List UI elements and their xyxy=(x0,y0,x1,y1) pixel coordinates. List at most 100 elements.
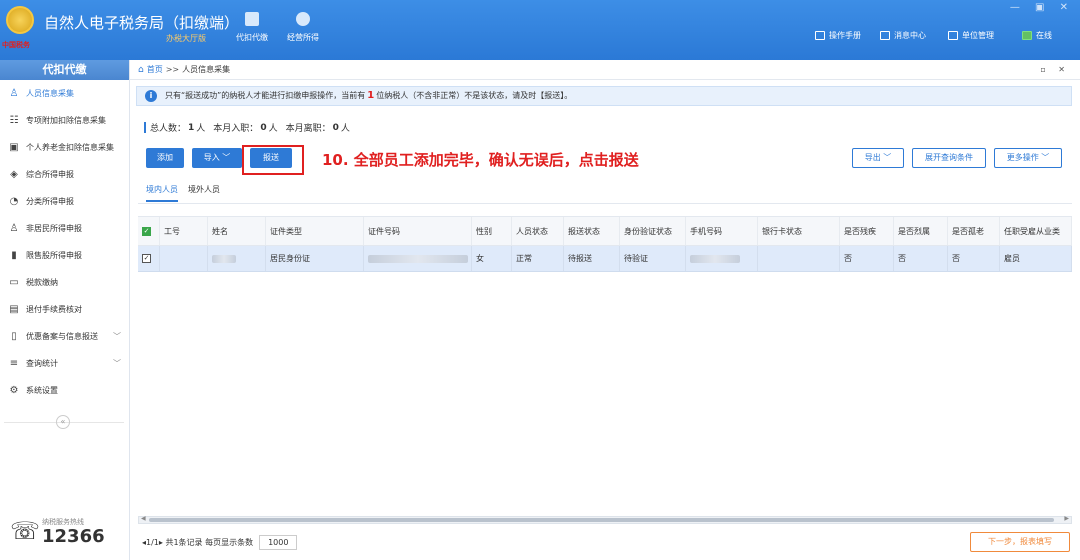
nav-label: 经营所得 xyxy=(287,33,319,42)
wallet-icon xyxy=(245,12,259,26)
sidebar-item[interactable]: ♙ 非居民所得申报 xyxy=(0,215,129,242)
table-cell-lonely: 否 xyxy=(948,246,1000,271)
sidebar-item[interactable]: ▮ 限售股所得申报 xyxy=(0,242,129,269)
sidebar-item[interactable]: ▯ 优惠备案与信息报送 ﹀ xyxy=(0,323,129,350)
tab-domestic[interactable]: 境内人员 xyxy=(146,184,178,202)
table-cell-disabled: 否 xyxy=(840,246,894,271)
phone-icon: ☏ xyxy=(10,517,41,545)
column-header[interactable]: 是否烈属 xyxy=(894,217,948,245)
sidebar-item-label: 查询统计 xyxy=(26,359,58,368)
column-header[interactable]: 姓名 xyxy=(208,217,266,245)
sidebar-item-label: 系统设置 xyxy=(26,386,58,395)
chevron-down-icon[interactable]: ﹀ xyxy=(113,323,121,350)
column-header[interactable]: 身份验证状态 xyxy=(620,217,686,245)
sidebar-item[interactable]: ≡ 查询统计 ﹀ xyxy=(0,350,129,377)
more-actions-button[interactable]: 更多操作 ﹀ xyxy=(994,148,1062,168)
breadcrumb: ⌂ 首页 >> 人员信息采集 ▫ ✕ xyxy=(130,60,1080,80)
sidebar-item-label: 综合所得申报 xyxy=(26,170,74,179)
breadcrumb-current: 人员信息采集 xyxy=(182,64,231,74)
tab-controls[interactable]: ▫ ✕ xyxy=(1040,60,1070,80)
message-center-link[interactable]: 消息中心 xyxy=(880,30,926,41)
next-step-button[interactable]: 下一步，报表填写 xyxy=(970,532,1070,552)
sidebar-item[interactable]: ⚙ 系统设置 xyxy=(0,377,129,404)
sidebar-item[interactable]: ◈ 综合所得申报 xyxy=(0,161,129,188)
column-header[interactable]: 报送状态 xyxy=(564,217,620,245)
collapse-sidebar-button[interactable]: « xyxy=(56,415,70,429)
notice-count: 1 xyxy=(367,90,375,101)
column-header[interactable]: 银行卡状态 xyxy=(758,217,840,245)
hotline-number: 12366 xyxy=(42,526,105,547)
pension-icon: ▣ xyxy=(9,142,19,153)
sidebar-item[interactable]: ☷ 专项附加扣除信息采集 xyxy=(0,107,129,134)
total-unit: 人 xyxy=(196,124,206,134)
scroll-right-icon[interactable]: ▶ xyxy=(1064,515,1069,522)
unit-label: 单位管理 xyxy=(962,31,994,40)
document-icon: ▯ xyxy=(11,331,17,342)
select-all-checkbox[interactable]: ✓ xyxy=(142,226,151,236)
tax-emblem-logo xyxy=(6,6,34,34)
column-header[interactable]: 性别 xyxy=(472,217,512,245)
sidebar-item[interactable]: ▣ 个人养老金扣除信息采集 xyxy=(0,134,129,161)
manual-link[interactable]: 操作手册 xyxy=(815,30,861,41)
left-unit: 人 xyxy=(340,124,350,134)
sidebar-item-label: 税款缴纳 xyxy=(26,278,58,287)
online-status[interactable]: 在线 xyxy=(1022,30,1052,41)
tab-divider xyxy=(138,203,1072,204)
logo-text: 中国税务 xyxy=(2,41,30,49)
notice-banner: i 只有“报送成功”的纳税人才能进行扣缴申报操作，当前有 1 位纳税人（不含非正… xyxy=(136,86,1072,106)
sidebar-item[interactable]: ▤ 退付手续费核对 xyxy=(0,296,129,323)
table-cell-martyr: 否 xyxy=(894,246,948,271)
table-cell-name xyxy=(208,246,266,271)
user-icon: ♙ xyxy=(9,223,19,234)
sidebar-item-label: 专项附加扣除信息采集 xyxy=(26,116,106,125)
scroll-left-icon[interactable]: ◀ xyxy=(141,515,146,522)
staff-stats: 总人数： 1 人 本月入职： 0 人 本月离职： 0 人 xyxy=(144,122,350,134)
add-button[interactable]: 添加 xyxy=(146,148,184,168)
window-controls[interactable]: — ▣ ✕ xyxy=(1010,2,1074,13)
chevron-down-icon[interactable]: ﹀ xyxy=(113,350,121,377)
notice-text-1: 只有“报送成功”的纳税人才能进行扣缴申报操作，当前有 xyxy=(165,91,366,100)
pager-info[interactable]: ◂1/1▸ 共1条记录 每页显示条数 xyxy=(142,537,253,548)
column-header[interactable]: 证件类型 xyxy=(266,217,364,245)
coins-icon xyxy=(296,12,310,26)
nav-business-income[interactable]: 经营所得 xyxy=(287,12,319,43)
page-size-input[interactable]: 1000 xyxy=(259,535,298,550)
sidebar-item[interactable]: ▭ 税款缴纳 xyxy=(0,269,129,296)
export-dropdown-button[interactable]: 导出 ﹀ xyxy=(852,148,904,168)
horizontal-scrollbar[interactable]: ◀ ▶ xyxy=(138,515,1072,524)
column-header[interactable]: 工号 xyxy=(160,217,208,245)
column-header[interactable]: 任职受雇从业类 xyxy=(1000,217,1072,245)
table-cell-person-status: 正常 xyxy=(512,246,564,271)
receipt-icon: ▤ xyxy=(9,304,19,315)
nav-withholding[interactable]: 代扣代缴 xyxy=(236,12,268,43)
sidebar-item-label: 个人养老金扣除信息采集 xyxy=(26,143,114,152)
list-icon: ☷ xyxy=(9,115,19,126)
column-header[interactable]: 证件号码 xyxy=(364,217,472,245)
message-label: 消息中心 xyxy=(894,31,926,40)
tab-overseas[interactable]: 境外人员 xyxy=(188,184,220,202)
column-header[interactable]: 是否残疾 xyxy=(840,217,894,245)
building-icon xyxy=(948,31,958,40)
expand-query-button[interactable]: 展开查询条件 xyxy=(912,148,986,168)
notice-text-2: 位纳税人（不含非正常）不是该状态，请及时【报送】。 xyxy=(376,91,573,100)
redacted-value xyxy=(368,254,468,263)
import-dropdown-button[interactable]: 导入 ﹀ xyxy=(192,148,242,168)
redacted-value xyxy=(212,254,236,263)
table-row[interactable]: ✓ 居民身份证女正常 待报送 待验证否否否雇员 xyxy=(138,246,1072,272)
mail-icon xyxy=(880,31,890,40)
sidebar-item[interactable]: ♙ 人员信息采集 xyxy=(0,80,129,107)
table-cell-gender: 女 xyxy=(472,246,512,271)
column-header[interactable]: 手机号码 xyxy=(686,217,758,245)
redacted-value xyxy=(690,254,740,263)
table-cell-verify-status: 待验证 xyxy=(620,246,686,271)
app-title: 自然人电子税务局（扣缴端） xyxy=(44,14,240,32)
row-checkbox[interactable]: ✓ xyxy=(142,254,151,263)
column-header[interactable]: 是否孤老 xyxy=(948,217,1000,245)
column-header[interactable]: 人员状态 xyxy=(512,217,564,245)
scrollbar-thumb[interactable] xyxy=(149,518,1054,522)
total-label: 总人数： xyxy=(150,124,187,134)
person-icon: ♙ xyxy=(9,88,19,99)
breadcrumb-home[interactable]: 首页 xyxy=(147,60,163,80)
unit-management-link[interactable]: 单位管理 xyxy=(948,30,994,41)
sidebar-item[interactable]: ◔ 分类所得申报 xyxy=(0,188,129,215)
